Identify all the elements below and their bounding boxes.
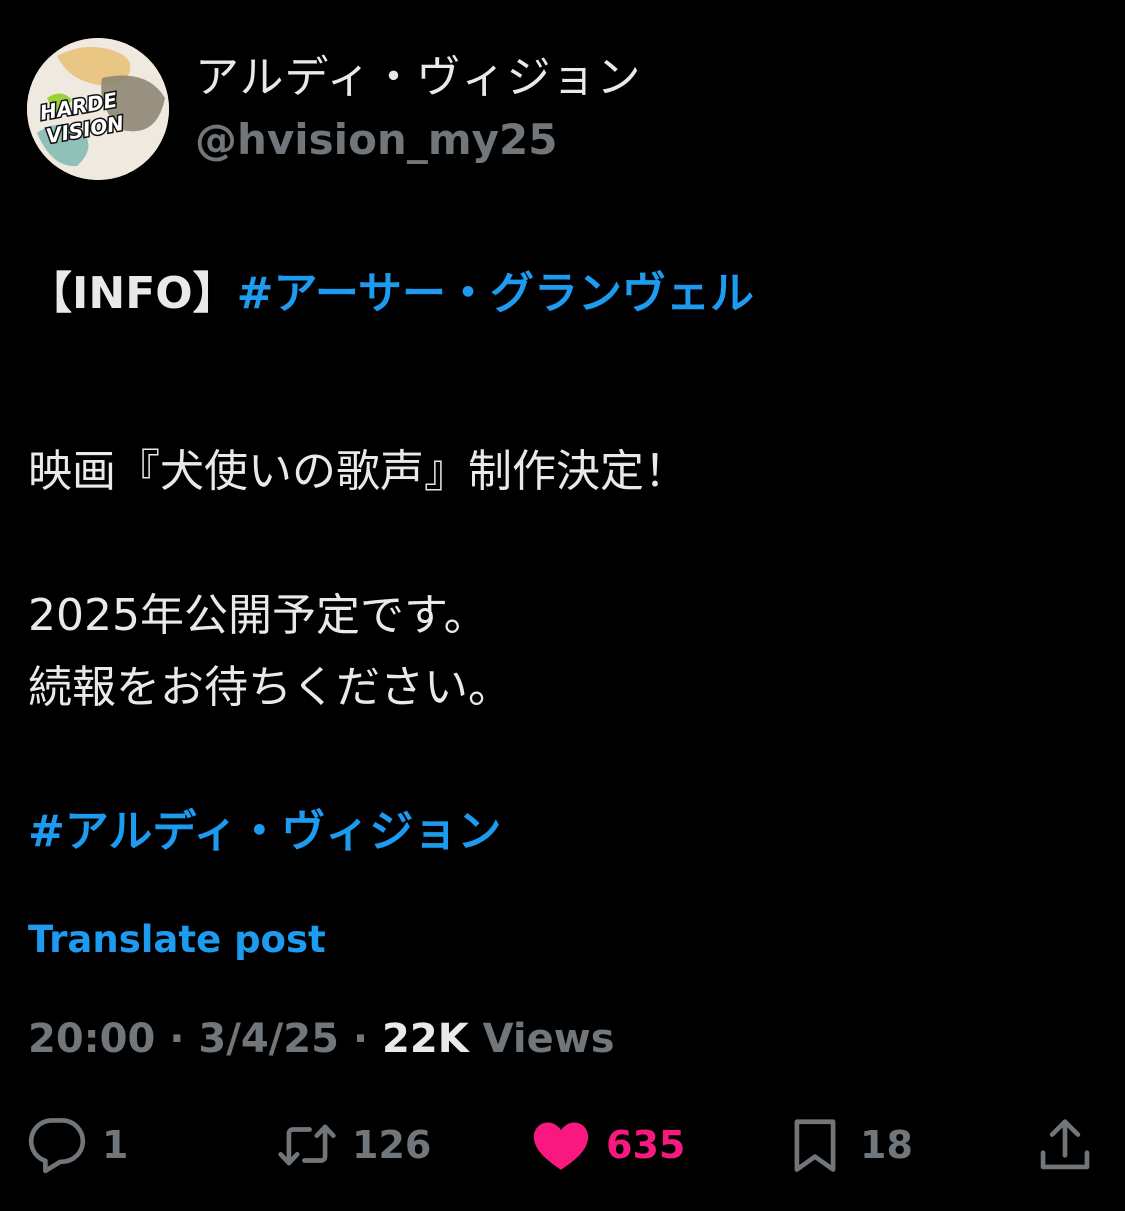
post-line-3: 2025年公開予定です。	[28, 580, 1098, 652]
post-date[interactable]: 3/4/25	[198, 1016, 339, 1062]
reply-icon	[28, 1118, 86, 1174]
post-header: HARDE VISION アルディ・ヴィジョン @hvision_my25	[27, 38, 641, 180]
repost-count: 126	[352, 1123, 432, 1167]
avatar[interactable]: HARDE VISION	[27, 38, 169, 180]
reply-count: 1	[102, 1123, 129, 1167]
reply-button[interactable]: 1	[26, 1110, 128, 1180]
post-text: 【INFO】#アーサー・グランヴェル 映画『犬使いの歌声』制作決定！ 2025年…	[28, 258, 1098, 868]
translate-post-link[interactable]: Translate post	[28, 918, 326, 961]
share-button[interactable]	[1034, 1110, 1096, 1180]
like-button[interactable]: 635	[530, 1110, 685, 1180]
action-bar: 1 126 635 18	[0, 1110, 1125, 1180]
like-count: 635	[606, 1123, 686, 1167]
author-names: アルディ・ヴィジョン @hvision_my25	[195, 50, 641, 168]
views-label: Views	[482, 1016, 615, 1062]
like-icon	[533, 1122, 589, 1170]
info-prefix: 【INFO】	[28, 268, 237, 319]
views-count: 22K	[382, 1016, 469, 1062]
hashtag-arthur[interactable]: #アーサー・グランヴェル	[237, 268, 754, 319]
meta-separator: ·	[352, 1016, 369, 1062]
repost-button[interactable]: 126	[276, 1110, 431, 1180]
bookmark-count: 18	[860, 1123, 913, 1167]
post-time[interactable]: 20:00	[28, 1016, 155, 1062]
avatar-logo: HARDE VISION	[27, 38, 169, 180]
post-line-4: 続報をお待ちください。	[28, 662, 512, 713]
display-name[interactable]: アルディ・ヴィジョン	[195, 50, 641, 106]
hashtag-hvision[interactable]: #アルディ・ヴィジョン	[28, 806, 501, 857]
bookmark-icon	[794, 1119, 836, 1172]
post-line-5: #アルディ・ヴィジョン	[28, 796, 1098, 868]
meta-separator: ·	[169, 1016, 185, 1062]
repost-icon	[278, 1124, 336, 1166]
post-line-2: 映画『犬使いの歌声』制作決定！	[28, 446, 688, 497]
post-meta: 20:00 · 3/4/25 · 22K Views	[28, 1016, 615, 1062]
share-icon	[1040, 1119, 1090, 1170]
post-line-1: 【INFO】#アーサー・グランヴェル	[28, 258, 1098, 330]
release-text: 2025年公開予定です。	[28, 590, 488, 641]
bookmark-button[interactable]: 18	[784, 1110, 913, 1180]
handle[interactable]: @hvision_my25	[195, 112, 641, 168]
